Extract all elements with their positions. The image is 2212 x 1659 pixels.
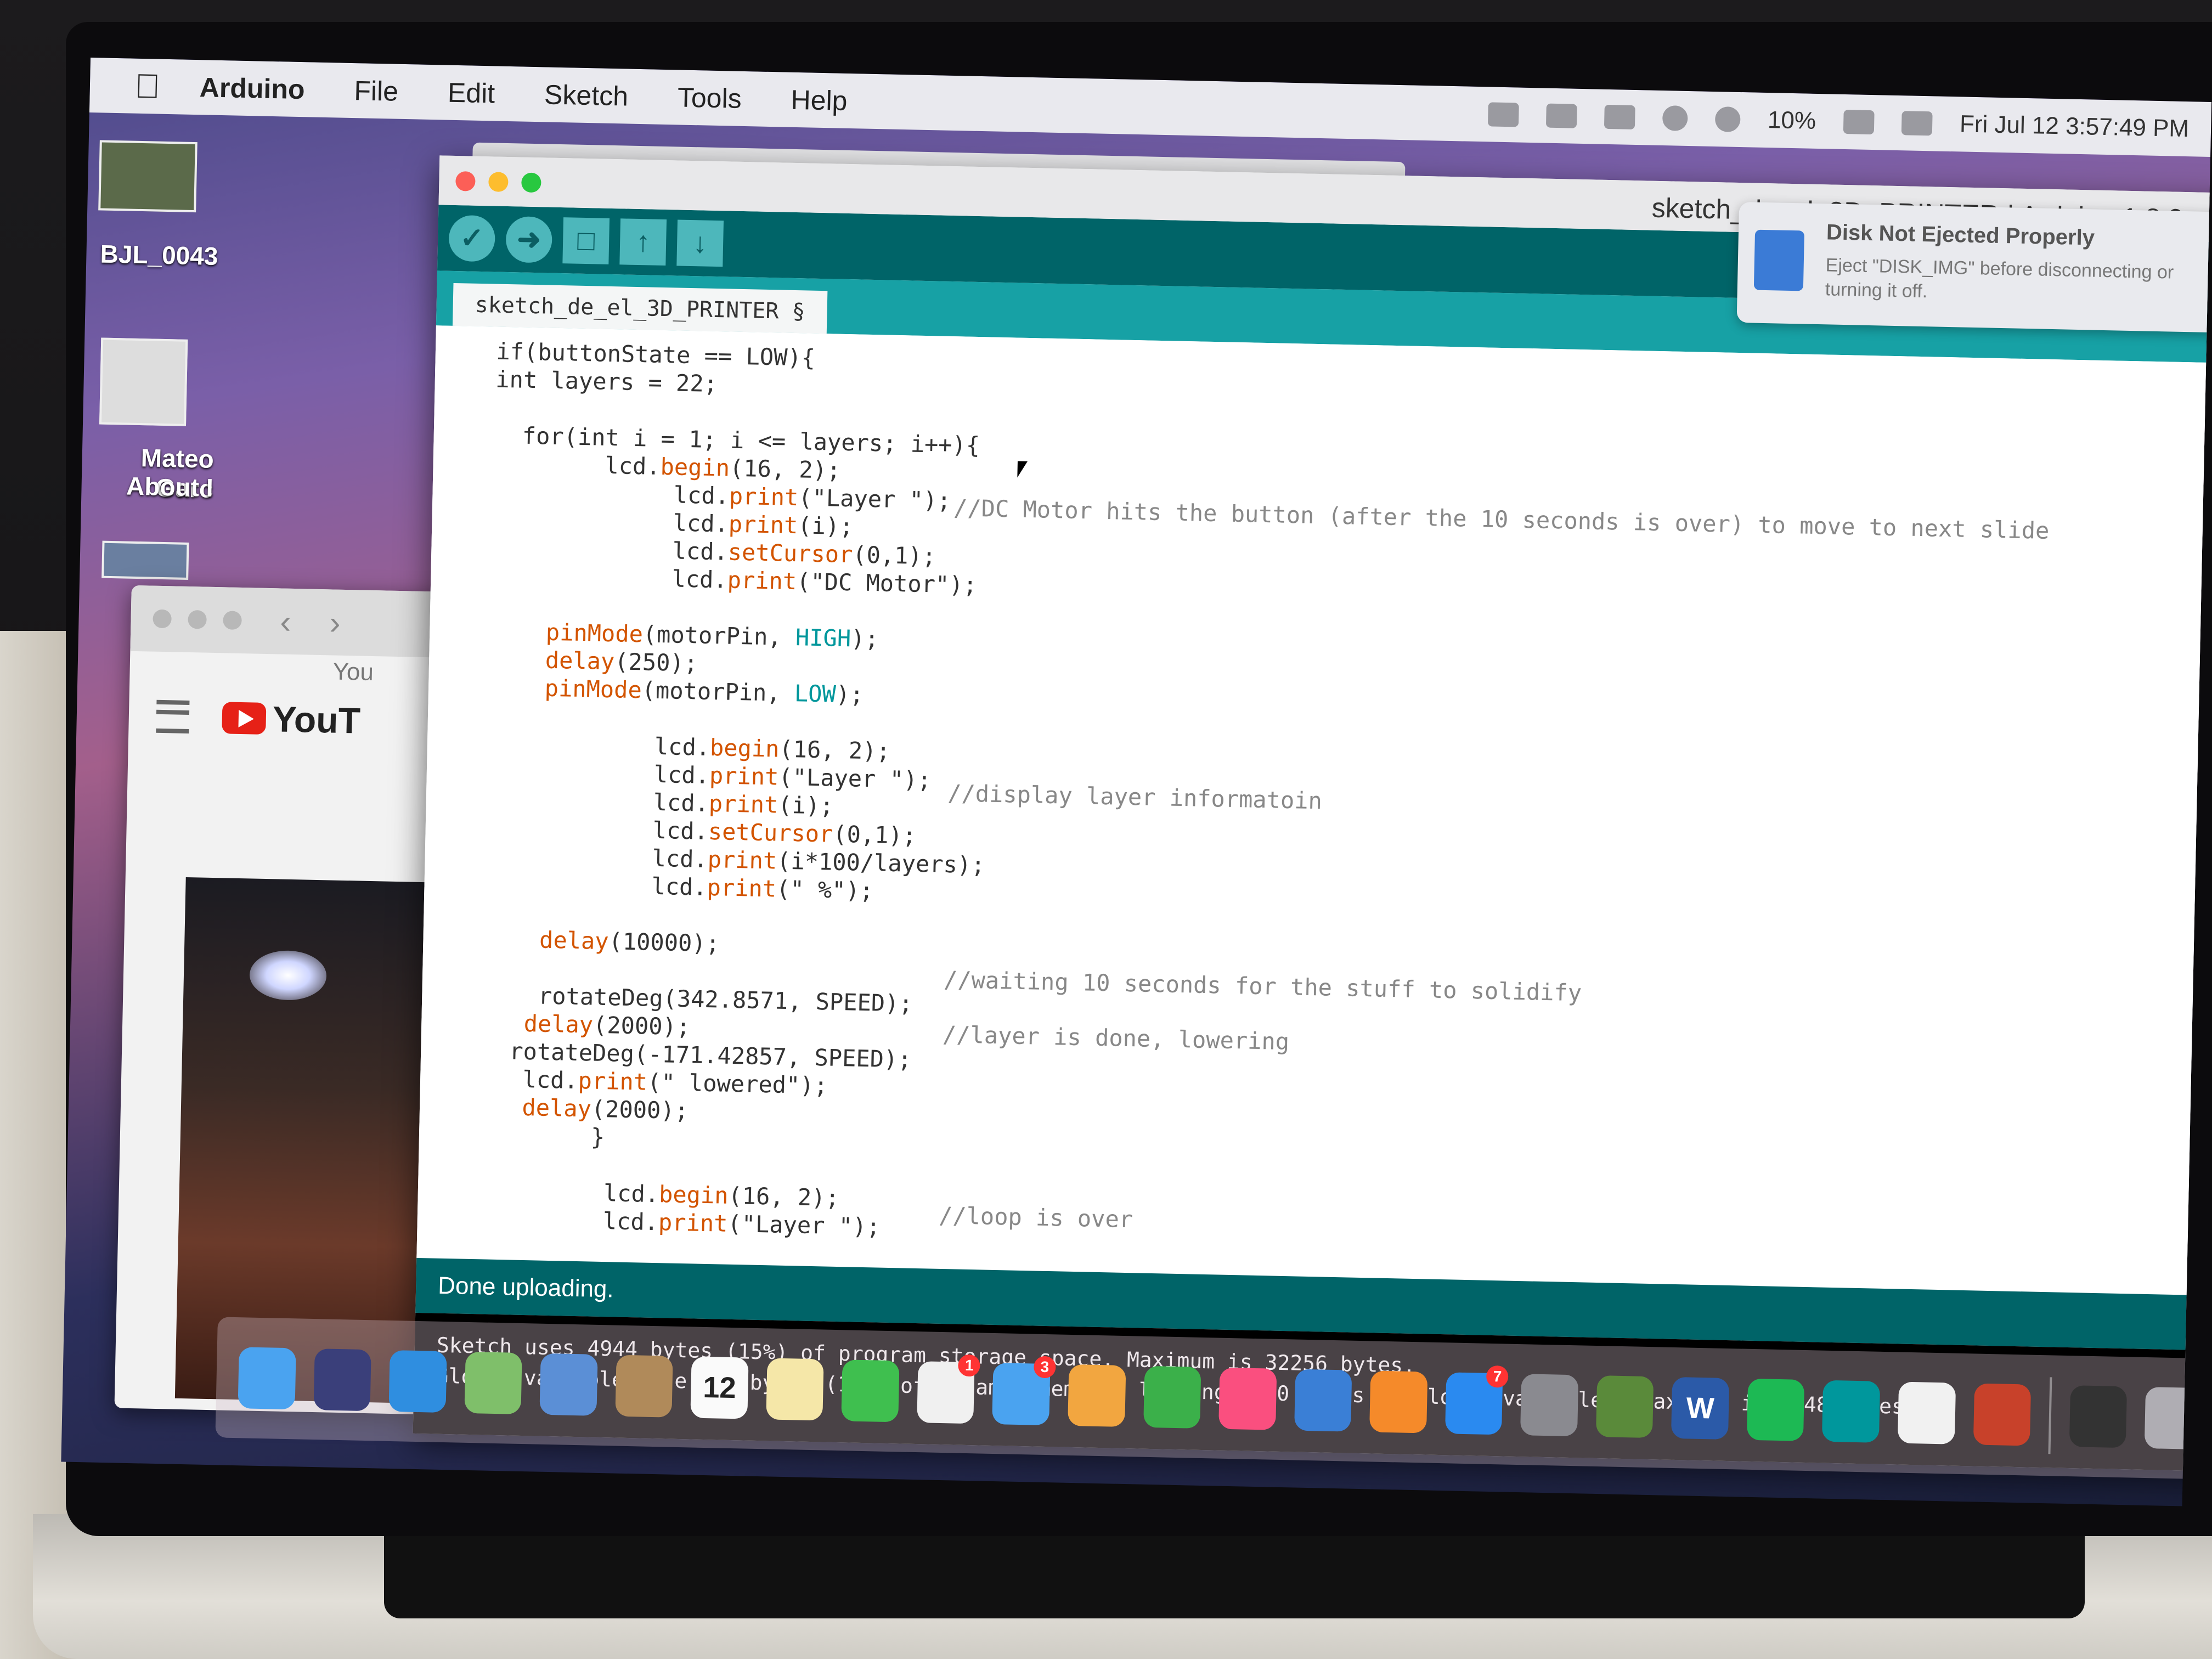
youtube-logo-text: YouT <box>272 698 361 741</box>
desktop-file-thumb-3[interactable] <box>101 540 189 580</box>
calendar-icon[interactable]: 12 <box>690 1356 749 1419</box>
mouse-cursor-icon <box>1017 461 1028 478</box>
menu-edit[interactable]: Edit <box>447 77 495 110</box>
disk-notification[interactable]: Disk Not Ejected Properly Eject "DISK_IM… <box>1736 201 2212 333</box>
maps-icon[interactable] <box>464 1351 522 1414</box>
menu-sketch[interactable]: Sketch <box>544 78 629 112</box>
arrow-right-icon: ➜ <box>516 223 541 256</box>
contacts-icon[interactable] <box>615 1355 673 1418</box>
new-sketch-button[interactable]: □ <box>562 217 610 264</box>
youtube-logo[interactable]: YouT <box>222 697 361 741</box>
code-comment: //waiting 10 seconds for the stuff to so… <box>943 966 1582 1007</box>
chrome-icon[interactable] <box>1897 1381 1956 1444</box>
disk-icon <box>1753 229 1805 291</box>
dock-badge: 7 <box>1486 1365 1509 1388</box>
dock-badge: 1 <box>958 1354 981 1377</box>
menu-file[interactable]: File <box>354 75 399 108</box>
code-line: delay(10000); <box>539 926 720 957</box>
window-minimize-button[interactable] <box>488 172 509 192</box>
spotify-icon[interactable] <box>1746 1378 1805 1441</box>
preview-icon[interactable] <box>539 1353 598 1416</box>
battery-icon[interactable] <box>1843 109 1875 135</box>
battery-percent[interactable]: 10% <box>1767 106 1816 135</box>
facetime-icon[interactable] <box>841 1359 900 1423</box>
desktop-file-label-1[interactable]: BJL_0043 <box>86 239 218 271</box>
checkmark-icon: ✓ <box>459 222 484 255</box>
desktop-file-label-2b[interactable]: About I <box>81 470 213 503</box>
keynote-icon[interactable] <box>1294 1369 1352 1432</box>
word-icon[interactable]: W <box>1671 1376 1730 1440</box>
menu-app-arduino[interactable]: Arduino <box>199 71 305 105</box>
code-line: int layers = 22; <box>467 365 718 398</box>
menu-tools[interactable]: Tools <box>677 81 742 114</box>
youtube-play-icon <box>222 702 267 735</box>
arduino-icon[interactable] <box>1822 1380 1881 1443</box>
arrow-up-icon: ↑ <box>635 225 651 258</box>
code-editor[interactable]: //DC Motor hits the button (after the 10… <box>416 325 2212 1296</box>
dock-badge: 3 <box>1033 1356 1056 1379</box>
dock-separator <box>2048 1377 2052 1454</box>
code-line: delay(2000); <box>522 1093 689 1125</box>
itunes-icon[interactable] <box>1218 1367 1277 1430</box>
record-icon[interactable] <box>1487 102 1519 127</box>
save-sketch-button[interactable]: ↓ <box>676 219 724 267</box>
notification-title: Disk Not Ejected Properly <box>1826 220 2095 250</box>
malwarebytes-icon[interactable] <box>1545 103 1577 128</box>
photos-icon[interactable]: 1 <box>917 1354 981 1424</box>
open-sketch-button[interactable]: ↑ <box>619 218 667 266</box>
ibooks-icon[interactable] <box>1369 1370 1428 1434</box>
apple-menu-icon[interactable]:  <box>128 66 167 105</box>
appstore-icon[interactable]: 7 <box>1444 1365 1509 1435</box>
new-file-icon: □ <box>577 224 595 257</box>
input-source-icon[interactable] <box>1901 111 1933 136</box>
numbers-icon[interactable] <box>1143 1365 1201 1429</box>
airplay-icon[interactable] <box>1604 104 1635 129</box>
wifi-icon[interactable] <box>1662 105 1688 131</box>
verify-button[interactable]: ✓ <box>448 215 496 262</box>
browser-back-icon[interactable]: ‹ <box>280 602 291 640</box>
pages-icon[interactable] <box>1068 1364 1126 1427</box>
arduino-ide-window[interactable]: sketch_de_el_3D_PRINTER | Arduino 1.8.9 … <box>413 155 2212 1471</box>
notes-icon[interactable] <box>766 1358 824 1421</box>
menu-clock[interactable]: Fri Jul 12 3:57:49 PM <box>1959 110 2189 143</box>
hamburger-menu-icon[interactable] <box>156 699 190 734</box>
window-zoom-button[interactable] <box>521 172 541 193</box>
code-line: delay(2000); <box>523 1009 691 1041</box>
screen:  Arduino File Edit Sketch Tools Help 10… <box>61 58 2212 1506</box>
arrow-down-icon: ↓ <box>692 227 708 259</box>
youtube-header: YouT <box>156 696 361 742</box>
upload-button[interactable]: ➜ <box>505 216 553 263</box>
systemprefs-icon[interactable] <box>1520 1374 1579 1437</box>
browser-forward-icon[interactable]: › <box>329 603 341 641</box>
browser-tab-title[interactable]: You <box>332 658 374 687</box>
finder-icon[interactable] <box>238 1347 296 1410</box>
minecraft-icon[interactable] <box>1595 1375 1654 1438</box>
code-line: } <box>452 1120 605 1151</box>
window-close-button[interactable] <box>455 171 476 191</box>
desktop-file-thumb-2[interactable] <box>99 337 188 426</box>
code-comment: //display layer informatoin <box>947 780 1323 815</box>
desktop-file-thumb-1[interactable] <box>98 140 198 213</box>
safari-icon[interactable] <box>388 1350 447 1413</box>
code-comment: //layer is done, lowering <box>942 1020 1290 1056</box>
code-comment: //DC Motor hits the button (after the 10… <box>953 494 2050 544</box>
menu-help[interactable]: Help <box>791 84 848 117</box>
downloads-stack-icon[interactable] <box>2069 1385 2128 1448</box>
volume-icon[interactable] <box>1714 106 1741 132</box>
browser-minimize-button[interactable] <box>188 610 207 629</box>
code-line: pinMode(motorPin, LOW); <box>544 674 864 708</box>
messages-icon[interactable]: 3 <box>992 1356 1056 1426</box>
browser-zoom-button[interactable] <box>223 611 242 630</box>
siri-icon[interactable] <box>313 1348 371 1412</box>
code-line: delay(250); <box>545 646 698 677</box>
code-comment: //loop is over <box>938 1201 1133 1233</box>
notification-body: Eject "DISK_IMG" before disconnecting or… <box>1825 255 2174 302</box>
browser-close-button[interactable] <box>153 609 172 629</box>
powerpoint-icon[interactable] <box>1973 1383 2032 1446</box>
sketch-tab[interactable]: sketch_de_el_3D_PRINTER § <box>452 283 828 334</box>
